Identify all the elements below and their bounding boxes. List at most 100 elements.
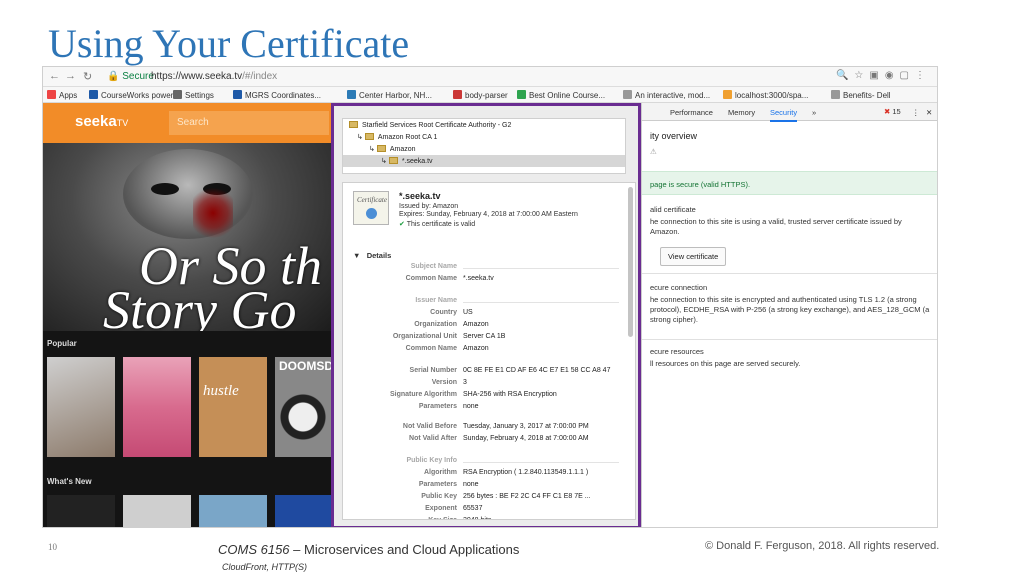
detail-row: Serial Number 0C 8E FE E1 CD AF E6 4C E7 … [343,367,625,377]
url-host: https://www.seeka.tv [151,71,243,82]
bookmark-label: Center Harbor, NH... [359,91,432,100]
reload-icon[interactable]: ↻ [83,70,92,83]
error-count-badge[interactable]: ✖ 15 [884,107,901,116]
detail-section-header: Issuer Name [343,297,625,307]
valid-certificate-heading: alid certificate [650,205,696,214]
certificate-details-pane[interactable]: Certificate *.seeka.tv Issued by: Amazon… [342,182,636,520]
detail-value: Amazon [463,321,489,328]
detail-value: SHA-256 with RSA Encryption [463,391,557,398]
detail-key: Common Name [405,275,457,282]
certificate-common-name: *.seeka.tv [399,191,441,201]
npm-icon [453,90,462,99]
warning-icon: ⚠ [650,147,657,156]
lock-icon: 🔒 [107,71,120,82]
chain-root-item[interactable]: Starfield Services Root Certificate Auth… [343,119,625,131]
poster-3[interactable]: hustle [199,357,267,457]
close-icon[interactable]: ✕ [926,108,932,117]
detail-row: Key Size 2048 bits [343,517,625,519]
toolbar-icons[interactable]: 🔍☆▣◉▢⋮ [836,70,931,81]
bookmark-label: An interactive, mod... [635,91,711,100]
details-disclosure[interactable]: ▼ Details [353,251,391,260]
new-poster-2[interactable] [123,495,191,527]
detail-value: Amazon [463,345,489,352]
url-field[interactable]: https://www.seeka.tv/#/index [151,71,277,82]
detail-key: Serial Number [409,367,457,374]
detail-row: Public Key 256 bytes : BE F2 2C C4 FF C1 … [343,493,625,503]
detail-row: Common Name *.seeka.tv [343,275,625,285]
detail-key: Public Key Info [406,457,457,464]
detail-row: Parameters none [343,403,625,413]
back-arrow-icon[interactable]: ← [49,70,60,82]
bookmark-7[interactable]: An interactive, mod... [623,90,710,100]
certificate-badge-icon: Certificate [353,191,389,225]
hero-title-line2: Story Go [103,280,297,331]
tab-performance[interactable]: Performance [670,108,713,117]
security-overview-title: ity overview [650,131,698,141]
detail-value: 256 bytes : BE F2 2C C4 FF C1 E8 7E ... [463,493,591,500]
forward-arrow-icon[interactable]: → [65,70,76,82]
hero-face-image [123,149,253,239]
detail-value: RSA Encryption ( 1.2.840.113549.1.1.1 ) [463,469,589,476]
slide-subtitle: CloudFront, HTTP(S) [222,562,308,572]
bookmark-label: CourseWorks power... [101,91,180,100]
bookmark-5[interactable]: body-parser [453,90,508,100]
certificate-issuer: Issued by: Amazon [399,203,459,210]
devtools-menu-icon[interactable]: ⋮ [912,108,920,117]
bookmark-1[interactable]: CourseWorks power... [89,90,180,100]
site-search-input[interactable]: Search [169,111,329,135]
bookmark-icon [723,90,732,99]
bookmark-2[interactable]: Settings [173,90,214,100]
detail-key: Public Key [421,493,457,500]
detail-key: Algorithm [423,469,457,476]
details-label: Details [366,251,392,260]
detail-key: Parameters [418,481,457,488]
new-poster-3[interactable] [199,495,267,527]
details-scrollbar[interactable] [628,187,633,337]
detail-key: Organizational Unit [392,333,457,340]
seeka-logo[interactable]: seekaTV [75,113,128,130]
view-certificate-button[interactable]: View certificate [660,247,727,266]
detail-row: Common Name Amazon [343,345,625,355]
hero-banner[interactable]: Or So th Story Go [43,143,331,331]
bookmark-0[interactable]: Apps [47,90,77,100]
poster-1[interactable] [47,357,115,457]
secure-page-banner: page is secure (valid HTTPS). [642,171,937,195]
chain-leaf-label: *.seeka.tv [401,158,433,165]
bookmark-icon [347,90,356,99]
detail-key: Signature Algorithm [389,391,457,398]
detail-row: Organization Amazon [343,321,625,331]
bookmark-6[interactable]: Best Online Course... [517,90,605,100]
new-poster-1[interactable] [47,495,115,527]
more-tabs-icon[interactable]: » [812,108,816,117]
poster-4[interactable]: DOOMSDA [275,357,331,457]
bookmark-label: Benefits- Dell [843,91,891,100]
detail-key: Parameters [418,403,457,410]
new-poster-4[interactable] [275,495,331,527]
bookmark-3[interactable]: MGRS Coordinates... [233,90,321,100]
bookmark-4[interactable]: Center Harbor, NH... [347,90,432,100]
chain-intermediate-2[interactable]: ↳ Amazon [343,143,625,155]
certificate-icon [388,157,398,164]
detail-key: Issuer Name [415,297,457,304]
detail-value: US [463,309,473,316]
popular-heading: Popular [47,339,77,348]
tab-memory[interactable]: Memory [728,108,755,117]
detail-key: Not Valid After [409,435,457,442]
page-icon [623,90,632,99]
certificate-icon [349,121,358,128]
course-line: COMS 6156 – Microservices and Cloud Appl… [218,542,519,557]
chain-intermediate-1[interactable]: ↳ Amazon Root CA 1 [343,131,625,143]
tab-security[interactable]: Security [770,108,798,122]
detail-row: Version 3 [343,379,625,389]
detail-key: Common Name [405,345,457,352]
detail-key: Version [431,379,457,386]
bookmark-8[interactable]: localhost:3000/spa... [723,90,808,100]
course-code: COMS 6156 [218,542,290,557]
detail-key: Subject Name [410,263,457,270]
bookmark-9[interactable]: Benefits- Dell [831,90,891,100]
poster-2[interactable] [123,357,191,457]
secure-resources-text: ll resources on this page are served sec… [650,359,801,368]
course-name: – Microservices and Cloud Applications [289,542,520,557]
chain-leaf-item[interactable]: ↳ *.seeka.tv [343,155,625,167]
secure-indicator[interactable]: 🔒 Secure [107,71,154,82]
